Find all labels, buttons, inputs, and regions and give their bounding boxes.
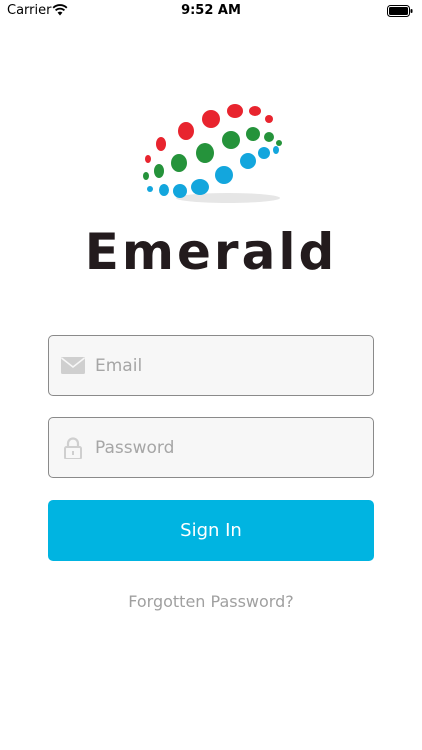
emerald-logo-icon <box>143 104 282 203</box>
status-bar: Carrier 9:52 AM <box>0 0 422 22</box>
battery-icon <box>387 5 413 17</box>
brand-name: Emerald <box>84 223 338 281</box>
envelope-icon <box>61 357 85 374</box>
lock-icon <box>64 437 82 459</box>
password-field[interactable] <box>48 417 374 478</box>
clock: 9:52 AM <box>181 3 241 18</box>
forgot-password-link[interactable]: Forgotten Password? <box>0 592 422 611</box>
email-field[interactable] <box>48 335 374 396</box>
password-input[interactable] <box>95 418 365 477</box>
sign-in-button[interactable]: Sign In <box>48 500 374 561</box>
email-input[interactable] <box>95 336 365 395</box>
